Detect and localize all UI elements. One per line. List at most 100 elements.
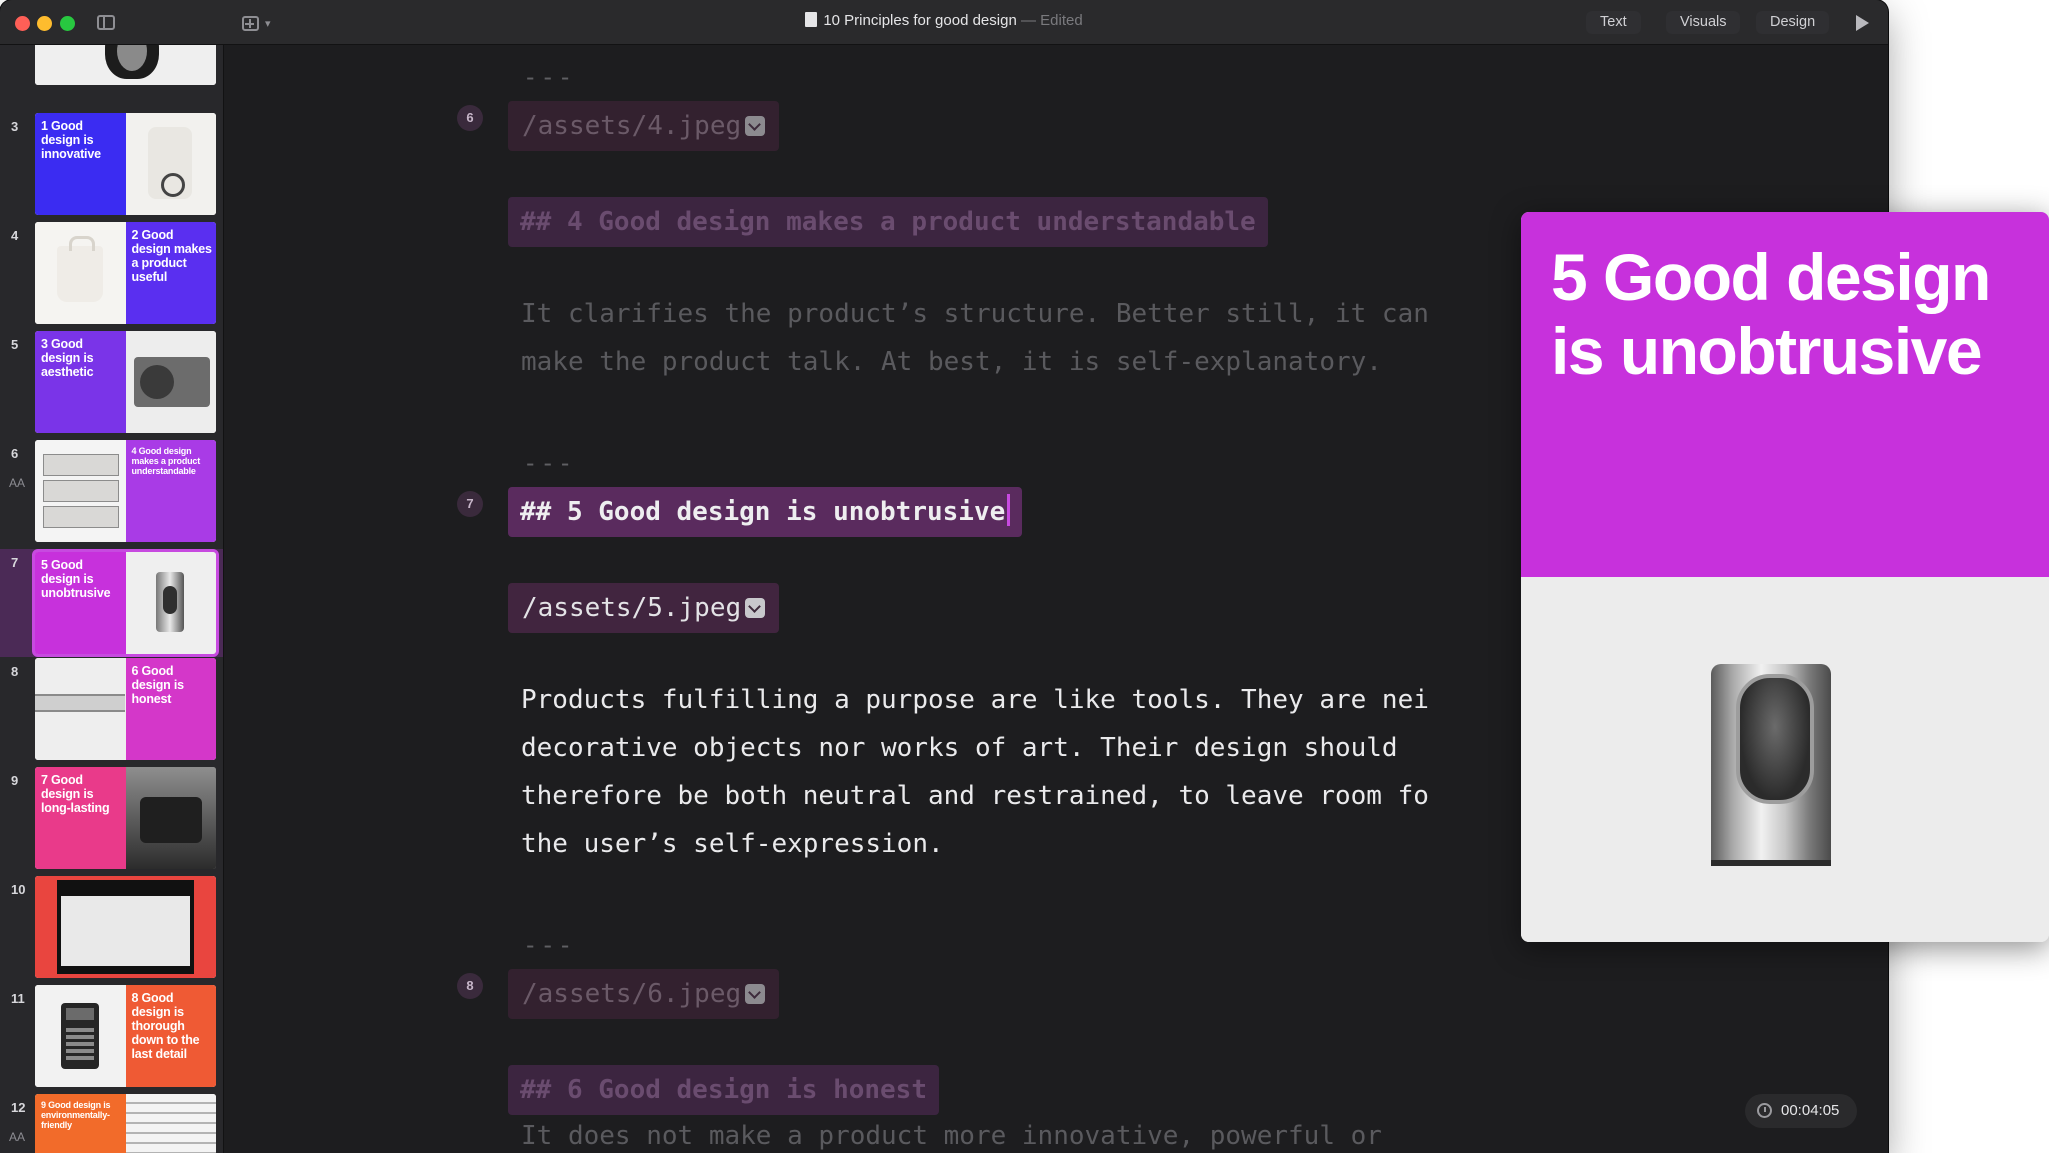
slide-marker-7[interactable]: 7 [457, 491, 483, 517]
slide-number: 10 [11, 882, 26, 897]
heading-5-text: ## 5 Good design is unobtrusive [520, 497, 1006, 527]
product-image [125, 1094, 216, 1153]
title-bar: ▾ 10 Principles for good design — Edited… [0, 0, 1888, 45]
slide-marker-6[interactable]: 6 [457, 105, 483, 131]
thumbnail-title: 5 Good design is unobtrusive [41, 558, 111, 600]
thumbnail-title: 6 Good design is honest [131, 664, 185, 706]
paragraph-line[interactable]: make the product talk. At best, it is se… [521, 347, 1382, 377]
product-image [61, 1003, 99, 1069]
slide-preview[interactable]: 5 Good design is unobtrusive [1521, 212, 2049, 942]
text-size-icon: AA [9, 476, 26, 490]
tab-visuals[interactable]: Visuals [1666, 11, 1741, 34]
thumbnail-image: 6 Good design is honest [35, 658, 216, 760]
thumbnail-title: 4 Good design makes a product understand… [131, 446, 201, 476]
timer-value: 00:04:05 [1781, 1102, 1840, 1119]
heading-5[interactable]: ## 5 Good design is unobtrusive [508, 487, 1023, 537]
play-icon[interactable] [1856, 15, 1869, 31]
thumbnail-title: 1 Good design is innovative [41, 119, 101, 161]
preview-title: 5 Good design is unobtrusive [1551, 240, 1991, 388]
paragraph-line[interactable]: therefore be both neutral and restrained… [521, 781, 1429, 811]
asset-chip-6[interactable]: /assets/6.jpeg [508, 969, 780, 1019]
preview-image-area [1521, 577, 2049, 942]
thumbnail-image: 7 Good design is long-lasting [35, 767, 216, 869]
slide-thumbnail-11[interactable]: 11 8 Good design is thorough down to the… [0, 985, 223, 1093]
thumbnail-image: 2 Good design makes a product useful [35, 222, 216, 324]
slide-thumbnail-2[interactable] [0, 45, 223, 91]
slide-sidebar[interactable]: 3 1 Good design is innovative 4 2 Good d… [0, 45, 224, 1153]
tab-design-label: Design [1756, 11, 1830, 34]
thumbnail-title: 7 Good design is long-lasting [41, 773, 110, 815]
paragraph-line[interactable]: It clarifies the product’s structure. Be… [521, 299, 1429, 329]
slide-thumbnail-10[interactable]: 10 [0, 876, 223, 984]
thumbnail-image: 3 Good design is aesthetic [35, 331, 216, 433]
heading-6[interactable]: ## 6 Good design is honest [508, 1065, 939, 1115]
slide-number: 5 [11, 337, 19, 352]
thumbnail-title: 2 Good design makes a product useful [131, 228, 212, 284]
slide-thumbnail-12[interactable]: 12 AA 9 Good design is environmentally-f… [0, 1094, 223, 1153]
thumbnail-image: 1 Good design is innovative [35, 113, 216, 215]
clock-icon [1757, 1103, 1772, 1118]
thumbnail-image [35, 876, 216, 978]
paragraph-line[interactable]: the user’s self-expression. [521, 829, 944, 859]
edited-label: — Edited [1020, 12, 1083, 29]
paragraph-line[interactable]: It does not make a product more innovati… [521, 1121, 1382, 1151]
slide-thumbnail-3[interactable]: 3 1 Good design is innovative [0, 113, 223, 221]
product-image [133, 357, 210, 407]
slide-thumbnail-5[interactable]: 5 3 Good design is aesthetic [0, 331, 223, 439]
thumbnail-title: 8 Good design is thorough down to the la… [131, 991, 200, 1061]
heading-4[interactable]: ## 4 Good design makes a product underst… [508, 197, 1268, 247]
slide-number: 12 [11, 1100, 26, 1115]
thumbnail-image: 8 Good design is thorough down to the la… [35, 985, 216, 1087]
tab-design[interactable]: Design [1756, 11, 1830, 34]
asset-chip-4[interactable]: /assets/4.jpeg [508, 101, 780, 151]
asset-path: /assets/6.jpeg [522, 979, 742, 1009]
preview-title-area: 5 Good design is unobtrusive [1521, 212, 2049, 577]
slide-thumbnail-8[interactable]: 8 6 Good design is honest [0, 658, 223, 766]
presentation-timer[interactable]: 00:04:05 [1745, 1094, 1857, 1128]
thumbnail-image [35, 45, 216, 85]
thumbnail-title: 3 Good design is aesthetic [41, 337, 94, 379]
product-image [35, 876, 216, 978]
thumbnail-image: 5 Good design is unobtrusive [32, 549, 219, 657]
product-image [147, 127, 192, 199]
tab-visuals-label: Visuals [1666, 11, 1741, 34]
paragraph-line[interactable]: decorative objects nor works of art. The… [521, 733, 1398, 763]
asset-path: /assets/4.jpeg [522, 111, 742, 141]
slide-number: 8 [11, 664, 19, 679]
product-image [57, 236, 103, 302]
slide-thumbnail-9[interactable]: 9 7 Good design is long-lasting [0, 767, 223, 875]
paragraph-line[interactable]: Products fulfilling a purpose are like t… [521, 685, 1429, 715]
product-image [35, 694, 125, 712]
product-image [125, 767, 216, 869]
tab-text[interactable]: Text [1586, 11, 1641, 34]
chevron-down-icon[interactable] [745, 116, 766, 136]
product-image [1711, 664, 1831, 866]
asset-chip-5[interactable]: /assets/5.jpeg [508, 583, 780, 633]
text-size-icon: AA [9, 1130, 26, 1144]
slide-thumbnail-6[interactable]: 6 AA 4 Good design makes a product under… [0, 440, 223, 548]
slide-number: 9 [11, 773, 19, 788]
product-image [43, 454, 119, 532]
asset-path: /assets/5.jpeg [522, 593, 742, 623]
text-cursor [1007, 494, 1011, 526]
slide-number: 7 [11, 555, 19, 570]
slide-thumbnail-4[interactable]: 4 2 Good design makes a product useful [0, 222, 223, 330]
chevron-down-icon[interactable] [745, 598, 766, 618]
thumbnail-image: 9 Good design is environmentally-friendl… [35, 1094, 216, 1153]
document-title-text: 10 Principles for good design [823, 12, 1017, 29]
slide-separator: --- [523, 449, 576, 477]
slide-number: 4 [11, 228, 19, 243]
chevron-down-icon[interactable] [745, 984, 766, 1004]
slide-number: 3 [11, 119, 19, 134]
slide-separator: --- [523, 931, 576, 959]
slide-separator: --- [523, 63, 576, 91]
document-icon [805, 12, 818, 27]
thumbnail-title: 9 Good design is environmentally-friendl… [41, 1100, 111, 1130]
slide-thumbnail-7[interactable]: 7 5 Good design is unobtrusive [0, 549, 223, 657]
slide-number: 6 [11, 446, 19, 461]
product-image [155, 572, 184, 632]
thumbnail-image: 4 Good design makes a product understand… [35, 440, 216, 542]
slide-marker-8[interactable]: 8 [457, 973, 483, 999]
tab-text-label: Text [1586, 11, 1641, 34]
slide-number: 11 [11, 991, 25, 1006]
